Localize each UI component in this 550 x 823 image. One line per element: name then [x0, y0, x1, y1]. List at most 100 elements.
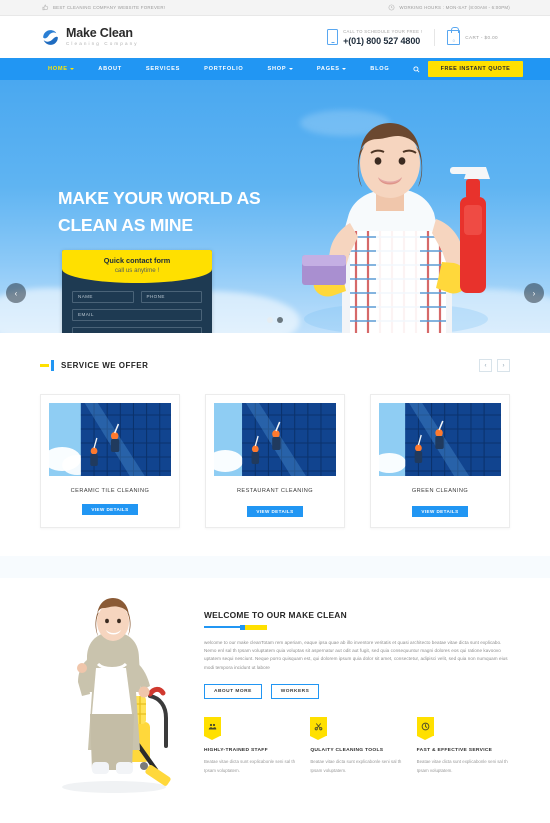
nav-label-portfolio: PORTFOLIO	[204, 66, 244, 72]
services-section: SERVICE WE OFFER ‹ › CERAMIC TILE CLEANI…	[0, 333, 550, 528]
welcome-paragraph: welcome to our make cleanTotam rem aperi…	[204, 639, 508, 670]
chevron-down-icon	[342, 68, 347, 70]
nav-label-shop: SHOP	[267, 66, 287, 72]
underline-blue-bar	[204, 626, 240, 628]
welcome-image	[40, 596, 188, 796]
form-subheading: call us anytime !	[114, 266, 160, 274]
topbar-left: BEST CLEANING COMPANY WEBSITE FOREVER!	[42, 4, 165, 11]
underline-yellow-block	[245, 624, 267, 630]
service-card-image	[379, 403, 501, 476]
nav-item-pages[interactable]: PAGES	[316, 66, 347, 72]
services-carousel-nav: ‹ ›	[479, 359, 510, 372]
search-icon[interactable]	[413, 65, 420, 73]
hero-pagination-dots	[0, 317, 550, 323]
accent-bar-blue	[51, 360, 54, 371]
welcome-content: WELCOME TO OUR MAKE CLEAN welcome to our…	[204, 596, 510, 796]
services-title: SERVICE WE OFFER	[61, 361, 149, 370]
mobile-phone-icon	[327, 29, 339, 45]
phone-texts: CALL TO SCHEDULE YOUR FREE ! +(01) 800 5…	[343, 29, 422, 46]
thumbs-up-icon	[42, 4, 49, 11]
services-header: SERVICE WE OFFER ‹ ›	[0, 359, 550, 372]
topbar-right-text: WORKING HOURS : MON-SAT (8:00AM - 6:00PM…	[399, 5, 510, 10]
hero-model-image	[302, 123, 490, 333]
hero-prev-button[interactable]: ‹	[6, 283, 26, 303]
nav-item-home[interactable]: HOME	[48, 66, 75, 72]
clock-icon	[388, 4, 395, 11]
cart-label: CART - $0.00	[465, 34, 498, 40]
nav-item-shop[interactable]: SHOP	[268, 66, 293, 72]
workers-button[interactable]: WORKERS	[270, 684, 320, 700]
logo-text: Make Clean Cleaning Company	[66, 27, 139, 46]
feature-item: FAST & EFFECTIVE SERVICE Beatae vitae di…	[416, 717, 510, 775]
form-heading: Quick contact form	[103, 256, 171, 265]
services-next-button[interactable]: ›	[497, 359, 510, 372]
feature-title: QULAITY CLEANING TOOLS	[310, 748, 384, 754]
site-header: Make Clean Cleaning Company CALL TO SCHE…	[0, 16, 550, 58]
services-prev-button[interactable]: ‹	[479, 359, 492, 372]
feature-text: Beatae vitae dicta sunt explicabonle sen…	[416, 759, 508, 774]
service-card[interactable]: GREEN CLEANING VIEW DETAILS	[370, 394, 510, 528]
logo-mark-icon	[40, 27, 61, 48]
hero-title: MAKE YOUR WORLD AS CLEAN AS MINE	[58, 185, 261, 238]
header-phone-block[interactable]: CALL TO SCHEDULE YOUR FREE ! +(01) 800 5…	[315, 28, 436, 46]
welcome-title: WELCOME TO OUR MAKE CLEAN	[204, 609, 347, 620]
hero-title-line1: MAKE YOUR WORLD AS	[58, 188, 261, 208]
feature-title: FAST & EFFECTIVE SERVICE	[416, 748, 493, 754]
accent-bar-yellow	[40, 364, 49, 367]
feature-text: Beatae vitae dicta sunt explicabonle sen…	[310, 759, 402, 774]
feature-item: HIGHLY-TRAINED STAFF Beatae vitae dicta …	[204, 717, 297, 775]
header-right: CALL TO SCHEDULE YOUR FREE ! +(01) 800 5…	[315, 27, 510, 46]
team-icon	[204, 717, 221, 741]
hero-next-button[interactable]: ›	[524, 283, 544, 303]
logo-subtitle: Cleaning Company	[66, 40, 139, 46]
service-card-image	[214, 403, 336, 476]
logo-title: Make Clean	[66, 26, 133, 41]
title-underline	[204, 624, 510, 630]
phone-input[interactable]: PHONE	[140, 290, 202, 303]
nav-item-portfolio[interactable]: PORTFOLIO	[204, 66, 243, 72]
free-instant-quote-button[interactable]: FREE INSTANT QUOTE	[428, 61, 523, 77]
service-card[interactable]: CERAMIC TILE CLEANING VIEW DETAILS	[40, 394, 180, 528]
welcome-section: WELCOME TO OUR MAKE CLEAN welcome to our…	[0, 578, 550, 796]
hero-title-line2: CLEAN AS MINE	[58, 214, 193, 235]
service-card[interactable]: RESTAURANT CLEANING VIEW DETAILS	[205, 394, 345, 528]
nav-label-home: HOME	[48, 66, 68, 72]
tools-icon	[310, 717, 328, 741]
chevron-down-icon	[288, 68, 293, 70]
service-card-image	[49, 403, 171, 476]
nav-item-blog[interactable]: BLOG	[370, 66, 389, 72]
nav-label-pages: PAGES	[316, 66, 340, 72]
view-details-button[interactable]: VIEW DETAILS	[247, 505, 303, 517]
service-card-title: GREEN CLEANING	[411, 488, 469, 494]
phone-number: +(01) 800 527 4800	[343, 35, 421, 46]
clock-icon	[416, 717, 434, 741]
service-card-title: CERAMIC TILE CLEANING	[70, 488, 150, 494]
logo[interactable]: Make Clean Cleaning Company	[40, 27, 139, 48]
services-cards: CERAMIC TILE CLEANING VIEW DETAILS RESTA…	[0, 372, 550, 528]
name-input[interactable]: NAME	[72, 290, 134, 303]
cart-count: 0	[452, 37, 455, 43]
chevron-down-icon	[70, 68, 75, 70]
top-bar: BEST CLEANING COMPANY WEBSITE FOREVER! W…	[0, 0, 550, 16]
header-cart-block[interactable]: 0 CART - $0.00	[435, 27, 510, 45]
nav-label-services: SERVICES	[145, 66, 181, 72]
topbar-right: WORKING HOURS : MON-SAT (8:00AM - 6:00PM…	[388, 4, 510, 11]
main-navigation: HOME ABOUT SERVICES PORTFOLIO SHOP PAGES…	[0, 58, 550, 80]
hero-dot-1[interactable]	[267, 317, 273, 323]
feature-title: HIGHLY-TRAINED STAFF	[204, 748, 268, 754]
nav-item-services[interactable]: SERVICES	[146, 66, 180, 72]
view-details-button[interactable]: VIEW DETAILS	[82, 503, 138, 515]
feature-text: Beatae vitae dicta sunt explicabonle sen…	[204, 759, 296, 774]
section-divider	[0, 555, 550, 578]
view-details-button[interactable]: VIEW DETAILS	[412, 505, 468, 517]
nav-item-about[interactable]: ABOUT	[98, 66, 122, 72]
form-row-name-phone: NAME PHONE	[72, 290, 202, 303]
topbar-left-text: BEST CLEANING COMPANY WEBSITE FOREVER!	[53, 5, 166, 10]
call-label: CALL TO SCHEDULE YOUR FREE !	[343, 28, 423, 34]
welcome-buttons: ABOUT MORE WORKERS	[204, 684, 510, 700]
about-more-button[interactable]: ABOUT MORE	[204, 684, 262, 700]
hero-dot-2[interactable]	[277, 317, 283, 323]
form-body: NAME PHONE EMAIL DESCRIPTION OF SERVICES…	[62, 283, 212, 333]
form-header: Quick contact form call us anytime !	[62, 250, 212, 283]
nav-label-blog: BLOG	[370, 66, 390, 72]
